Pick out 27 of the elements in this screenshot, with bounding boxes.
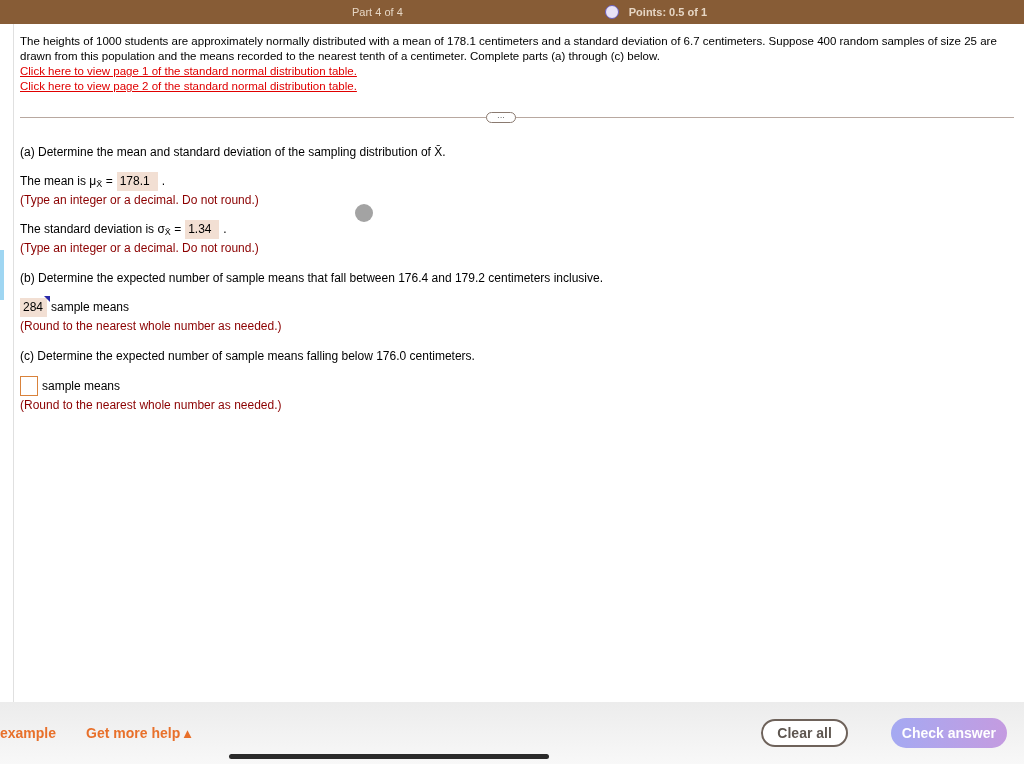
hint-text: (Round to the nearest whole number as needed.) <box>20 398 282 413</box>
answer-suffix: . <box>223 222 227 237</box>
table-link[interactable]: Click here to view page 1 of the standard normal distribution table. <box>20 64 1014 79</box>
question-text: (a) Determine the mean and standard deviation of the sampling distribution of X̄. <box>20 145 446 160</box>
points-icon <box>604 5 619 19</box>
answer-field[interactable]: 284 <box>20 298 47 317</box>
problem-text: The heights of 1000 students are approximately normally distributed with a mean of 178.1 centimeters and a standard deviation of 6.7 centimeters. Suppose 400 random samples of size 25 are drawn from this population and the means recorded to the nearest tenth of a centimeter. Complete parts (a) through (c) below. <box>20 34 998 64</box>
answer-label: The mean is μ$_{X̄}$ = <box>20 174 113 189</box>
question-text: (b) Determine the expected number of sample means that fall between 176.4 and 179.2 centimeters inclusive. <box>20 271 603 286</box>
question-text: (c) Determine the expected number of sample means falling below 176.0 centimeters. <box>20 349 475 364</box>
hint-text: (Type an integer or a decimal. Do not round.) <box>20 241 259 256</box>
answer-suffix: sample means <box>51 300 130 315</box>
hint-text: (Round to the nearest whole number as needed.) <box>20 319 282 334</box>
answer-label: The standard deviation is σ$_{X̄}$ = <box>20 222 182 237</box>
flag-icon <box>44 296 50 302</box>
answer-field[interactable]: 1.34 <box>185 220 220 239</box>
expand-button[interactable]: ··· <box>486 112 516 123</box>
answer-suffix: sample means <box>42 378 121 394</box>
answer-field[interactable] <box>20 376 38 396</box>
hint-text: (Type an integer or a decimal. Do not round.) <box>20 193 259 208</box>
table-link[interactable]: Click here to view page 2 of the standard normal distribution table. <box>20 79 1014 94</box>
clear-all-button[interactable]: Clear all <box>761 719 848 747</box>
part-indicator: Part 4 of 4 <box>352 4 403 20</box>
points-label: Points: 0.5 of 1 <box>628 4 707 20</box>
answer-field[interactable]: 178.1 <box>116 172 158 191</box>
scroll-marker <box>0 250 4 300</box>
answer-suffix: . <box>161 174 165 189</box>
